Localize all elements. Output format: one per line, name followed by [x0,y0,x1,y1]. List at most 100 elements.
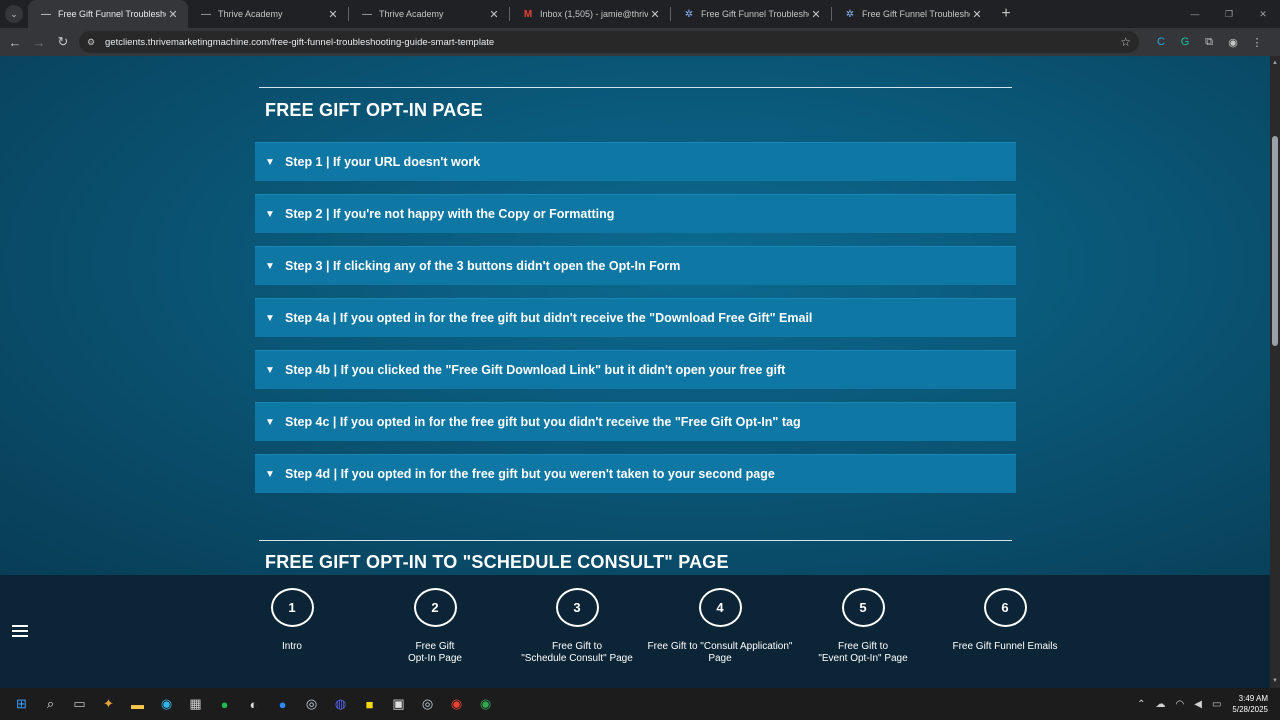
terminal-icon[interactable]: ▣ [384,688,413,720]
chevron-down-icon: ▼ [265,208,275,220]
zoom-icon[interactable]: ● [268,688,297,720]
accordion-step[interactable]: ▼ Step 4d | If you opted in for the free… [255,454,1016,493]
wifi-icon[interactable]: ◠ [1176,699,1185,710]
browser-tab[interactable]: — Thrive Academy ✕ [349,0,509,28]
system-clock[interactable]: 3:49 AM 5/28/2025 [1232,693,1268,715]
restore-icon[interactable]: ❐ [1212,9,1246,20]
accordion-label: Step 4a | If you opted in for the free g… [285,311,813,325]
windows-taskbar: ⊞ ⌕ ▭ ✦ ▬ ◉ ▦ ● ◐ ● ◎ ◍ ■ ▣ ◎ ◉ ◉ ⌃ ☁ ◠ … [0,688,1280,720]
profile-avatar-icon[interactable]: ◉ [1221,36,1245,49]
step-nav-item[interactable]: 6 Free Gift Funnel Emails [925,588,1085,653]
puzzle-icon[interactable]: ⧉ [1197,36,1221,49]
accordion-step[interactable]: ▼ Step 2 | If you're not happy with the … [255,194,1016,233]
extension-c-icon[interactable]: C [1149,36,1173,48]
step-nav-item[interactable]: 3 Free Gift to "Schedule Consult" Page [497,588,657,665]
reload-icon[interactable]: ↻ [51,34,75,50]
accordion-step[interactable]: ▼ Step 3 | If clicking any of the 3 butt… [255,246,1016,285]
browser-tab[interactable]: — Free Gift Funnel Troubleshooting ✕ [28,0,188,28]
page-scrollbar[interactable]: ▲ ▼ [1270,56,1280,688]
accordion-step[interactable]: ▼ Step 4c | If you opted in for the free… [255,402,1016,441]
task-view-icon[interactable]: ▭ [65,688,94,720]
app-d-icon[interactable]: ◐ [239,688,268,720]
chevron-down-icon: ▼ [265,416,275,428]
steam-icon[interactable]: ◎ [413,688,442,720]
browser-tab[interactable]: ✲ Free Gift Funnel Troubleshooting ✕ [832,0,992,28]
close-tab-icon[interactable]: ✕ [487,8,501,21]
url-text[interactable]: getclients.thrivemarketingmachine.com/fr… [105,37,1120,48]
sticky-notes-icon[interactable]: ■ [355,688,384,720]
accordion-step[interactable]: ▼ Step 1 | If your URL doesn't work [255,142,1016,181]
step-number-circle[interactable]: 6 [983,588,1027,627]
battery-icon[interactable]: ▭ [1212,699,1221,710]
close-tab-icon[interactable]: ✕ [166,8,180,21]
accordion-label: Step 1 | If your URL doesn't work [285,155,481,169]
step-nav-label[interactable]: Free Gift Opt-In Page [355,641,515,665]
step-nav-label[interactable]: Free Gift to "Schedule Consult" Page [497,641,657,665]
edge-icon[interactable]: ◉ [152,688,181,720]
close-tab-icon[interactable]: ✕ [809,8,823,21]
bookmark-star-icon[interactable]: ☆ [1120,35,1131,49]
address-bar[interactable]: ⚙ getclients.thrivemarketingmachine.com/… [79,31,1139,53]
close-tab-icon[interactable]: ✕ [970,8,984,21]
step-nav-label[interactable]: Free Gift to "Consult Application" Page [640,641,800,665]
gmail-icon: M [523,8,533,20]
forward-arrow-icon[interactable]: → [27,35,51,50]
browser-tab[interactable]: — Thrive Academy ✕ [188,0,348,28]
step-nav-label[interactable]: Free Gift Funnel Emails [925,641,1085,653]
accordion-label: Step 4b | If you clicked the "Free Gift … [285,363,786,377]
site-info-icon[interactable]: ⚙ [87,37,101,48]
tab-search-button[interactable]: ⌄ [0,0,28,28]
section-divider [259,87,1012,88]
step-nav-item[interactable]: 2 Free Gift Opt-In Page [355,588,515,665]
steam-icon[interactable]: ◎ [297,688,326,720]
accordion-step[interactable]: ▼ Step 4a | If you opted in for the free… [255,298,1016,337]
step-number-circle[interactable]: 1 [270,588,314,627]
step-number-circle[interactable]: 2 [413,588,457,627]
step-number-circle[interactable]: 4 [698,588,742,627]
tab-title: Free Gift Funnel Troubleshooting [58,9,166,19]
close-tab-icon[interactable]: ✕ [326,8,340,21]
close-window-icon[interactable]: ✕ [1246,9,1280,20]
chrome-icon[interactable]: ◉ [442,688,471,720]
browser-tab[interactable]: M Inbox (1,505) - jamie@thrive-academy ✕ [510,0,670,28]
scrollbar-thumb[interactable] [1272,136,1278,346]
scroll-down-icon[interactable]: ▼ [1270,678,1280,684]
store-icon[interactable]: ▦ [181,688,210,720]
grammarly-icon[interactable]: G [1173,36,1197,48]
step-navigation-bar: 1 Intro 2 Free Gift Opt-In Page 3 Free G… [0,575,1270,688]
step-nav-item[interactable]: 5 Free Gift to "Event Opt-In" Page [783,588,943,665]
new-tab-button[interactable]: + [992,5,1020,23]
scroll-up-icon[interactable]: ▲ [1270,60,1280,66]
chevron-down-icon: ▼ [265,312,275,324]
search-icon[interactable]: ⌕ [36,688,65,720]
minimize-icon[interactable]: — [1178,9,1212,19]
chrome-icon[interactable]: ◉ [471,688,500,720]
browser-toolbar: ← → ↻ ⚙ getclients.thrivemarketingmachin… [0,28,1280,56]
step-nav-label[interactable]: Intro [212,641,372,653]
kebab-menu-icon[interactable]: ⋮ [1245,36,1269,49]
app-tray-icon[interactable]: ☁ [1156,699,1166,710]
back-arrow-icon[interactable]: ← [3,35,27,50]
chevron-up-icon[interactable]: ⌃ [1137,699,1145,710]
browser-tab[interactable]: ✲ Free Gift Funnel Troubleshooting ✕ [671,0,831,28]
accordion-label: Step 4d | If you opted in for the free g… [285,467,775,481]
discord-icon[interactable]: ◍ [326,688,355,720]
section-title: FREE GIFT OPT-IN PAGE [265,100,483,120]
hamburger-menu-icon[interactable] [12,625,28,639]
step-nav-item[interactable]: 4 Free Gift to "Consult Application" Pag… [640,588,800,665]
volume-icon[interactable]: ◀ [1194,699,1202,710]
close-tab-icon[interactable]: ✕ [648,8,662,21]
spotify-icon[interactable]: ● [210,688,239,720]
clock-time: 3:49 AM [1238,694,1268,703]
step-nav-item[interactable]: 1 Intro [212,588,372,653]
windows-start-icon[interactable]: ⊞ [7,688,36,720]
copilot-icon[interactable]: ✦ [94,688,123,720]
accordion-label: Step 2 | If you're not happy with the Co… [285,207,615,221]
step-nav-label[interactable]: Free Gift to "Event Opt-In" Page [783,641,943,665]
step-number-circle[interactable]: 3 [555,588,599,627]
tab-title: Thrive Academy [379,9,444,19]
accordion-step[interactable]: ▼ Step 4b | If you clicked the "Free Gif… [255,350,1016,389]
tab-title: Thrive Academy [218,9,283,19]
step-number-circle[interactable]: 5 [841,588,885,627]
file-explorer-icon[interactable]: ▬ [123,688,152,720]
